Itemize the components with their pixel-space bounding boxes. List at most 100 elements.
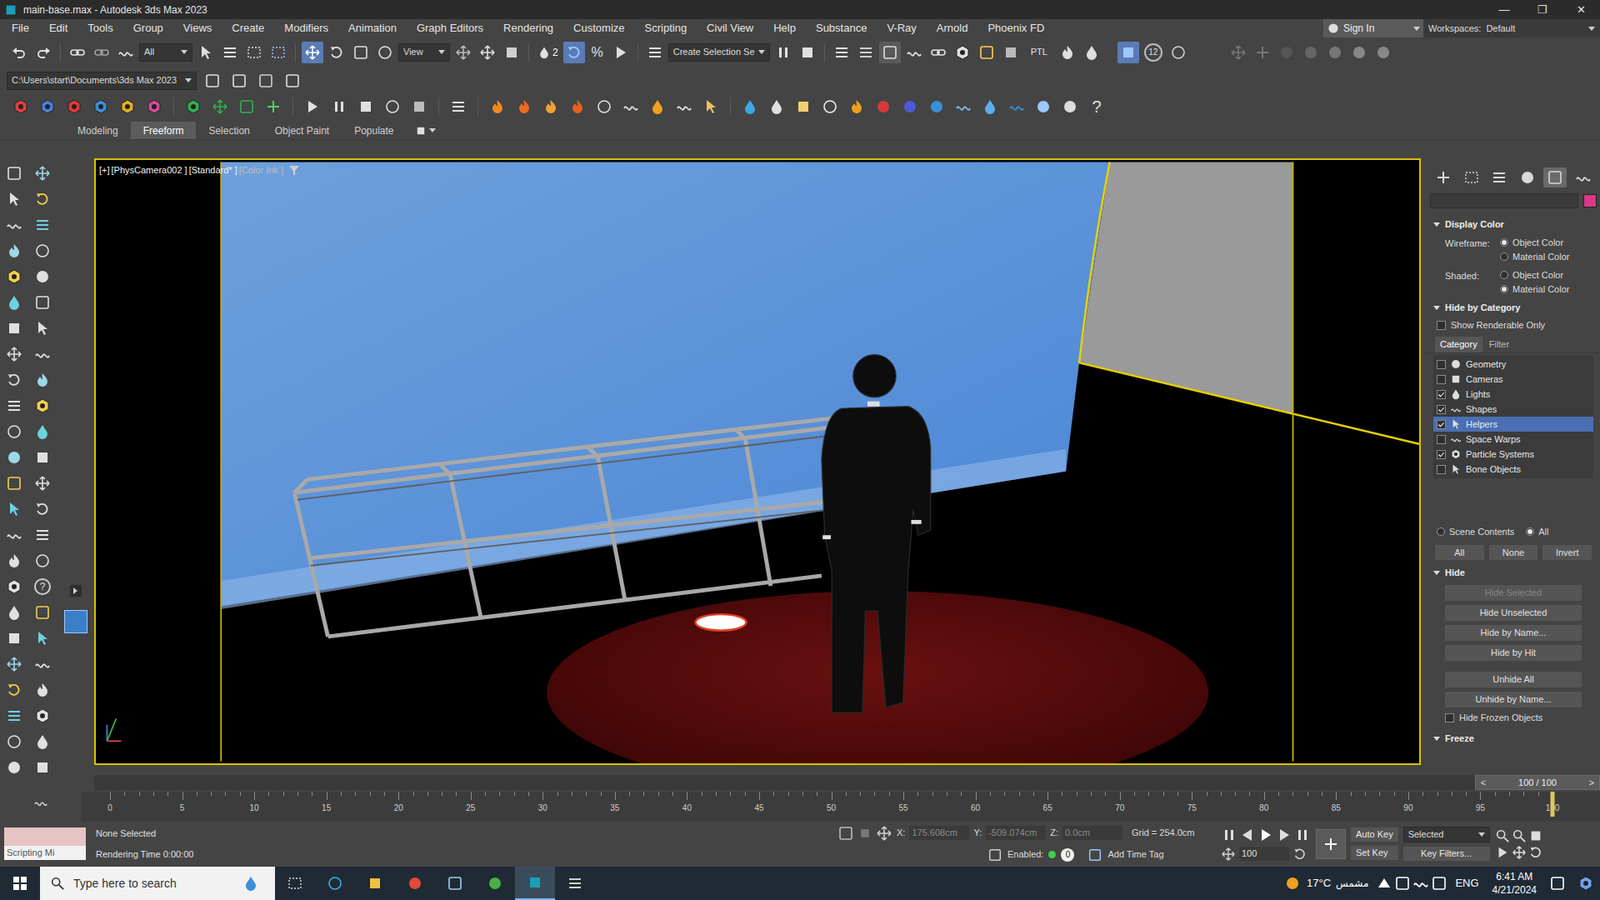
bind-space-warp-icon[interactable] xyxy=(115,41,137,64)
left-tool-43-icon[interactable] xyxy=(28,702,57,729)
left-tool-21-icon[interactable] xyxy=(28,418,57,445)
material-editor-icon[interactable] xyxy=(951,41,974,64)
left-help-button[interactable]: ? xyxy=(28,573,57,600)
timeline-track[interactable]: 0510152025303540455055606570758085909510… xyxy=(80,791,1600,821)
reference-coordinate-dropdown[interactable]: View xyxy=(398,43,450,62)
left-tool-27-icon[interactable] xyxy=(28,495,57,522)
left-tool-6-icon[interactable] xyxy=(0,237,29,264)
plugin-tool-1-icon[interactable] xyxy=(36,95,59,118)
time-tag-toggle[interactable]: 0 xyxy=(1060,848,1075,862)
checkbox[interactable] xyxy=(1436,375,1446,385)
checkbox[interactable] xyxy=(1436,450,1446,460)
tool-g-icon[interactable] xyxy=(1372,41,1395,64)
search-icon[interactable] xyxy=(50,875,65,891)
left-tool-8-icon[interactable] xyxy=(0,263,29,290)
checkbox[interactable] xyxy=(1436,405,1446,415)
left-tool-11-icon[interactable] xyxy=(28,289,57,315)
align-icon[interactable] xyxy=(796,41,819,64)
viewport-label-item[interactable]: [Standard* ] xyxy=(189,163,238,178)
ribbon-tab[interactable]: Modeling xyxy=(65,121,131,140)
display-tab-icon[interactable] xyxy=(1543,167,1567,188)
plugin-tool-23-icon[interactable] xyxy=(566,95,589,118)
category-row[interactable]: Shapes xyxy=(1433,401,1594,417)
zoom-icon[interactable] xyxy=(1495,828,1510,844)
project-copy-icon[interactable] xyxy=(255,70,277,92)
left-tool-19-icon[interactable] xyxy=(28,392,57,419)
menu-item[interactable]: Arnold xyxy=(926,20,979,37)
set-key-button[interactable]: Set Key xyxy=(1350,845,1399,860)
orbit-icon[interactable] xyxy=(1528,845,1544,860)
category-tab[interactable]: Filter xyxy=(1484,336,1515,353)
left-tool-10-icon[interactable] xyxy=(0,289,29,315)
plugin-tool-14-icon[interactable] xyxy=(355,95,377,118)
plugin-tool-21-icon[interactable] xyxy=(513,95,535,118)
plugin-tool-33-icon[interactable] xyxy=(819,95,841,118)
plugin-tool-2-icon[interactable] xyxy=(63,95,85,118)
category-row[interactable]: Particle Systems xyxy=(1433,446,1594,462)
shapes-icon[interactable] xyxy=(1450,403,1462,415)
render-cloud-icon[interactable] xyxy=(1080,41,1103,64)
radio-option[interactable]: Material Color xyxy=(1500,283,1570,295)
unlink-icon[interactable] xyxy=(90,41,113,64)
plugin-tool-24-icon[interactable] xyxy=(593,95,615,118)
menu-item[interactable]: Scripting xyxy=(635,20,698,37)
left-tool-3-icon[interactable] xyxy=(28,185,57,212)
bone-icon[interactable] xyxy=(1450,463,1462,475)
radio-button[interactable] xyxy=(1500,252,1509,261)
plugin-tool-3-icon[interactable] xyxy=(90,95,112,118)
create-tab-icon[interactable] xyxy=(1431,167,1455,188)
left-tool-24-icon[interactable] xyxy=(0,470,29,496)
checkbox[interactable] xyxy=(1436,390,1446,400)
left-tool-45-icon[interactable] xyxy=(28,728,57,755)
object-name-field[interactable] xyxy=(1430,193,1579,209)
checkbox[interactable] xyxy=(1436,360,1446,370)
time-tag-icon[interactable] xyxy=(1087,847,1103,863)
lock-icon[interactable] xyxy=(858,826,872,840)
menu-item[interactable]: Civil View xyxy=(696,20,764,37)
menu-item[interactable]: Substance xyxy=(805,20,877,37)
calculator-icon[interactable] xyxy=(555,866,595,900)
previous-frame-button[interactable]: < xyxy=(1475,775,1491,790)
hide-button[interactable]: Unhide All xyxy=(1445,671,1582,688)
sign-in-button[interactable]: Sign In xyxy=(1323,19,1424,38)
volume-icon[interactable] xyxy=(1411,874,1430,893)
checkbox[interactable] xyxy=(1436,465,1446,475)
tray-app-icon[interactable] xyxy=(1430,874,1449,893)
radio-option[interactable]: Object Color xyxy=(1500,269,1570,281)
menu-item[interactable]: Edit xyxy=(39,20,78,37)
menu-item[interactable]: Graph Editors xyxy=(406,20,494,37)
tool-c-icon[interactable] xyxy=(1275,41,1298,64)
plugin-tool-32-icon[interactable] xyxy=(792,95,815,118)
viewport-label-item[interactable]: [PhysCamera002 ] xyxy=(111,163,188,178)
start-icon[interactable] xyxy=(0,866,40,900)
key-mode-dropdown[interactable]: Selected xyxy=(1403,826,1490,843)
ribbon-tab[interactable]: Populate xyxy=(341,121,406,140)
menu-item[interactable]: Group xyxy=(123,20,174,37)
app-logo-icon[interactable] xyxy=(3,2,19,18)
left-tool-4-icon[interactable] xyxy=(0,211,29,238)
help-button[interactable]: ? xyxy=(1085,94,1108,120)
plugin-tool-26-icon[interactable] xyxy=(646,95,669,118)
hierarchy-tab-icon[interactable] xyxy=(1487,167,1511,188)
curve-editor-icon[interactable] xyxy=(903,41,925,64)
plugin-tool-9-icon[interactable] xyxy=(235,95,258,118)
weather-icon[interactable] xyxy=(1283,874,1302,893)
play-icon[interactable] xyxy=(1257,826,1275,844)
current-frame-field[interactable]: 100 xyxy=(1239,846,1290,861)
tool-e-icon[interactable] xyxy=(1324,41,1346,64)
zoom-all-icon[interactable] xyxy=(1511,828,1527,844)
menu-item[interactable]: Modifiers xyxy=(274,20,339,37)
plugin-tool-16-icon[interactable] xyxy=(408,95,430,118)
key-filters-button[interactable]: Key Filters... xyxy=(1403,846,1490,861)
maximize-button[interactable]: ❐ xyxy=(1523,1,1562,19)
plugin-tool-28-icon[interactable] xyxy=(700,95,722,118)
go-to-start-icon[interactable] xyxy=(1220,826,1238,844)
tool-a-icon[interactable] xyxy=(1227,41,1250,64)
menu-item[interactable]: V-Ray xyxy=(876,20,926,37)
plugin-tool-22-icon[interactable] xyxy=(540,95,562,118)
scale-icon[interactable] xyxy=(350,41,372,64)
left-tool-17-icon[interactable] xyxy=(28,366,57,393)
tool-d-icon[interactable] xyxy=(1300,41,1322,64)
viewport-label-item[interactable]: [Color Ink ] xyxy=(239,163,284,178)
weather-widget[interactable]: 17°Cمشمس xyxy=(1276,874,1375,893)
